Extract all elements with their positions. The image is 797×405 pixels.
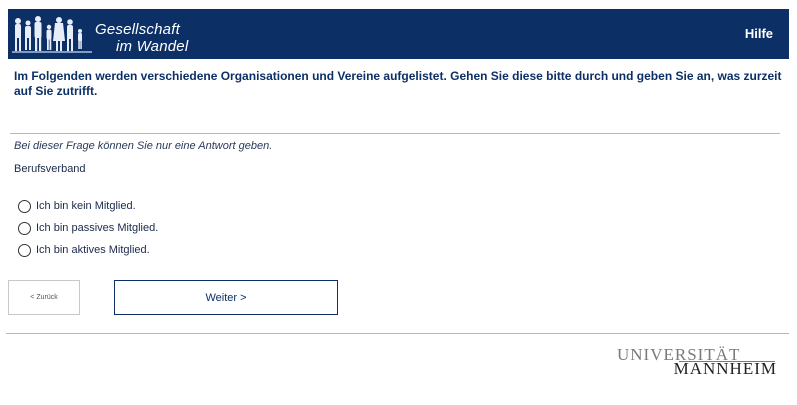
logo-text-line1: Gesellschaft xyxy=(95,21,180,38)
option-label[interactable]: Ich bin kein Mitglied. xyxy=(36,200,136,212)
item-label: Berufsverband xyxy=(14,163,86,175)
radio-button[interactable] xyxy=(18,221,31,235)
radio-button[interactable] xyxy=(18,199,31,213)
option-passives-mitglied[interactable]: Ich bin passives Mitglied. xyxy=(18,217,158,239)
option-label[interactable]: Ich bin aktives Mitglied. xyxy=(36,244,150,256)
gesellschaft-im-wandel-logo: Gesellschaft im Wandel xyxy=(12,13,202,57)
option-kein-mitglied[interactable]: Ich bin kein Mitglied. xyxy=(18,195,158,217)
radio-button[interactable] xyxy=(18,243,31,257)
next-button[interactable]: Weiter > xyxy=(114,280,338,315)
option-aktives-mitglied[interactable]: Ich bin aktives Mitglied. xyxy=(18,239,158,261)
header-bar: Gesellschaft im Wandel Hilfe xyxy=(8,9,789,59)
universitaet-mannheim-logo: UNIVERSITÄT MANNHEIM xyxy=(615,345,777,378)
footer-divider xyxy=(6,333,789,334)
question-instruction: Bei dieser Frage können Sie nur eine Ant… xyxy=(14,140,273,152)
divider xyxy=(10,133,780,134)
university-line2: MANNHEIM xyxy=(673,359,777,378)
logo-text-line2: im Wandel xyxy=(116,38,189,55)
answer-options: Ich bin kein Mitglied. Ich bin passives … xyxy=(18,195,158,261)
help-link[interactable]: Hilfe xyxy=(745,26,773,41)
back-button[interactable]: < Zurück xyxy=(8,280,80,315)
question-title: Im Folgenden werden verschiedene Organis… xyxy=(14,69,782,98)
option-label[interactable]: Ich bin passives Mitglied. xyxy=(36,222,158,234)
people-silhouettes-icon xyxy=(12,16,92,53)
